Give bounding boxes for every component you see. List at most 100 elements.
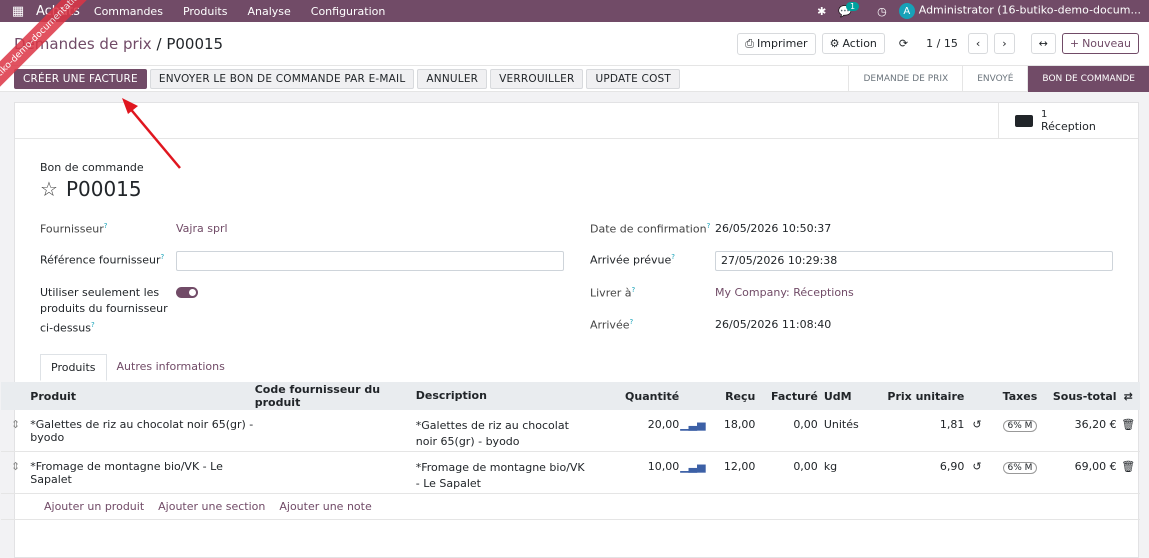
apps-menu-icon[interactable]: ▦ <box>0 4 36 19</box>
annotation-arrow-icon <box>122 98 181 169</box>
cell-recu[interactable]: 12,00 <box>707 460 756 473</box>
main-menu: Commandes Produits Analyse Configuration <box>94 5 385 18</box>
cell-prix-unitaire[interactable]: 1,81 <box>877 418 965 431</box>
update-cost-button[interactable]: UPDATE COST <box>586 68 681 89</box>
action-button[interactable]: ⚙ Action <box>821 33 885 54</box>
help-icon[interactable]: ? <box>707 222 711 230</box>
table-row[interactable]: ⇕ *Galettes de riz au chocolat noir 65(g… <box>1 410 1140 452</box>
header-prix-unitaire[interactable]: Prix unitaire <box>877 390 964 403</box>
drag-handle-icon[interactable]: ⇕ <box>1 418 30 431</box>
header-quantite[interactable]: Quantité <box>591 390 679 403</box>
send-po-email-button[interactable]: ENVOYER LE BON DE COMMANDE PAR E-MAIL <box>149 68 415 89</box>
tab-produits[interactable]: Produits <box>40 354 107 381</box>
deliver-to-value[interactable]: My Company: Réceptions <box>715 286 854 299</box>
refresh-icon[interactable]: ⟳ <box>899 37 908 50</box>
only-vendor-label: Utiliser seulement les produits du fourn… <box>40 286 168 335</box>
pager-prev-button[interactable]: ‹ <box>967 33 989 54</box>
bug-icon[interactable]: ✱ <box>817 5 826 18</box>
expected-arrival-label: Arrivée prévue? <box>590 253 675 267</box>
menu-analyse[interactable]: Analyse <box>247 5 290 18</box>
stage-sent[interactable]: ENVOYÉ <box>962 65 1027 92</box>
print-icon: ⎙ <box>745 36 755 50</box>
forecast-chart-icon[interactable]: ▁▃▅ <box>679 418 706 431</box>
user-menu[interactable]: A Administrator (16-butiko-demo-docum... <box>898 3 1141 19</box>
cell-quantite[interactable]: 20,00 <box>591 418 680 431</box>
header-description[interactable]: Description <box>416 388 592 404</box>
tax-tag[interactable]: 6% M <box>1002 462 1038 474</box>
cell-sous-total: 36,20 € <box>1074 418 1117 431</box>
column-settings-icon[interactable]: ⇄ <box>1117 390 1140 403</box>
add-note-link[interactable]: Ajouter une note <box>279 500 371 513</box>
add-section-link[interactable]: Ajouter une section <box>158 500 265 513</box>
help-icon[interactable]: ? <box>91 321 95 329</box>
plus-icon: + <box>1069 37 1080 50</box>
cell-produit[interactable]: *Fromage de montagne bio/VK - Le Sapalet <box>30 460 254 486</box>
create-invoice-button[interactable]: CRÉER UNE FACTURE <box>14 68 147 89</box>
help-icon[interactable]: ? <box>632 286 636 294</box>
revert-icon[interactable]: ↺ <box>964 460 989 473</box>
cancel-button[interactable]: ANNULER <box>417 68 488 89</box>
only-vendor-toggle[interactable] <box>176 287 198 298</box>
cell-sous-total: 69,00 € <box>1074 460 1117 473</box>
menu-configuration[interactable]: Configuration <box>311 5 386 18</box>
expand-icon[interactable]: ↔ <box>1030 33 1056 54</box>
pager-next-button[interactable]: › <box>994 33 1015 54</box>
ref-fournisseur-input[interactable] <box>176 251 564 271</box>
cell-quantite[interactable]: 10,00 <box>591 460 680 473</box>
add-product-link[interactable]: Ajouter un produit <box>44 500 144 513</box>
cell-description[interactable]: *Galettes de riz au chocolat noir 65(gr)… <box>416 418 592 450</box>
breadcrumb-current: P00015 <box>166 34 224 53</box>
cell-facture: 0,00 <box>793 460 818 473</box>
arrival-value: 26/05/2026 11:08:40 <box>715 318 832 331</box>
header-code[interactable]: Code fournisseur du produit <box>255 383 416 409</box>
reception-smart-button[interactable]: 1 Réception <box>998 103 1138 139</box>
header-sous-total[interactable]: Sous-total <box>1050 390 1117 403</box>
help-icon[interactable]: ? <box>671 253 675 261</box>
help-icon[interactable]: ? <box>104 222 108 230</box>
trash-icon[interactable]: 🗑 <box>1117 418 1140 431</box>
header-produit[interactable]: Produit <box>30 390 254 403</box>
stage-rfq[interactable]: DEMANDE DE PRIX <box>848 65 962 92</box>
cell-udm[interactable]: kg <box>818 460 877 473</box>
pager-value[interactable]: 1 / 15 <box>926 37 958 50</box>
header-recu[interactable]: Reçu <box>707 390 755 403</box>
new-button[interactable]: + Nouveau <box>1061 33 1139 54</box>
gear-icon: ⚙ <box>829 37 840 50</box>
po-number: P00015 <box>65 177 142 201</box>
drag-handle-icon[interactable]: ⇕ <box>1 460 30 473</box>
expected-arrival-input[interactable]: 27/05/2026 10:29:38 <box>715 251 1113 271</box>
navbar-systray: ✱ 💬1 ◷ A Administrator (16-butiko-demo-do… <box>817 1 1149 19</box>
cell-recu[interactable]: 18,00 <box>707 418 756 431</box>
print-button[interactable]: ⎙ Imprimer <box>737 32 816 55</box>
header-facture[interactable]: Facturé <box>755 390 818 403</box>
page-title: ☆ P00015 <box>40 177 142 201</box>
top-navbar: ▦ Achats Commandes Produits Analyse Conf… <box>0 0 1149 22</box>
revert-icon[interactable]: ↺ <box>964 418 989 431</box>
deliver-to-label: Livrer à? <box>590 286 636 300</box>
stage-purchase-order[interactable]: BON DE COMMANDE <box>1027 65 1149 92</box>
menu-commandes[interactable]: Commandes <box>94 5 163 18</box>
header-taxes[interactable]: Taxes <box>990 390 1051 403</box>
clock-icon[interactable]: ◷ <box>877 5 887 18</box>
lock-button[interactable]: VERROUILLER <box>490 68 584 89</box>
star-icon[interactable]: ☆ <box>40 177 58 201</box>
breadcrumb-sep: / <box>156 34 162 53</box>
forecast-chart-icon[interactable]: ▁▃▅ <box>679 460 706 473</box>
cell-prix-unitaire[interactable]: 6,90 <box>877 460 965 473</box>
tax-tag[interactable]: 6% M <box>1002 420 1038 432</box>
chat-icon[interactable]: 💬1 <box>838 1 865 18</box>
cell-description[interactable]: *Fromage de montagne bio/VK - Le Sapalet <box>416 460 592 492</box>
header-udm[interactable]: UdM <box>818 390 877 403</box>
fournisseur-value[interactable]: Vajra sprl <box>176 222 228 235</box>
help-icon[interactable]: ? <box>629 318 633 326</box>
ref-fournisseur-label: Référence fournisseur? <box>40 253 165 267</box>
table-row[interactable]: ⇕ *Fromage de montagne bio/VK - Le Sapal… <box>1 452 1140 494</box>
trash-icon[interactable]: 🗑 <box>1117 460 1140 473</box>
tab-autres-informations[interactable]: Autres informations <box>107 354 235 381</box>
help-icon[interactable]: ? <box>161 253 165 261</box>
cell-udm[interactable]: Unités <box>818 418 877 431</box>
arrival-label: Arrivée? <box>590 318 634 332</box>
cell-produit[interactable]: *Galettes de riz au chocolat noir 65(gr)… <box>30 418 254 444</box>
user-name: Administrator (16-butiko-demo-docum... <box>918 3 1141 17</box>
menu-produits[interactable]: Produits <box>183 5 228 18</box>
